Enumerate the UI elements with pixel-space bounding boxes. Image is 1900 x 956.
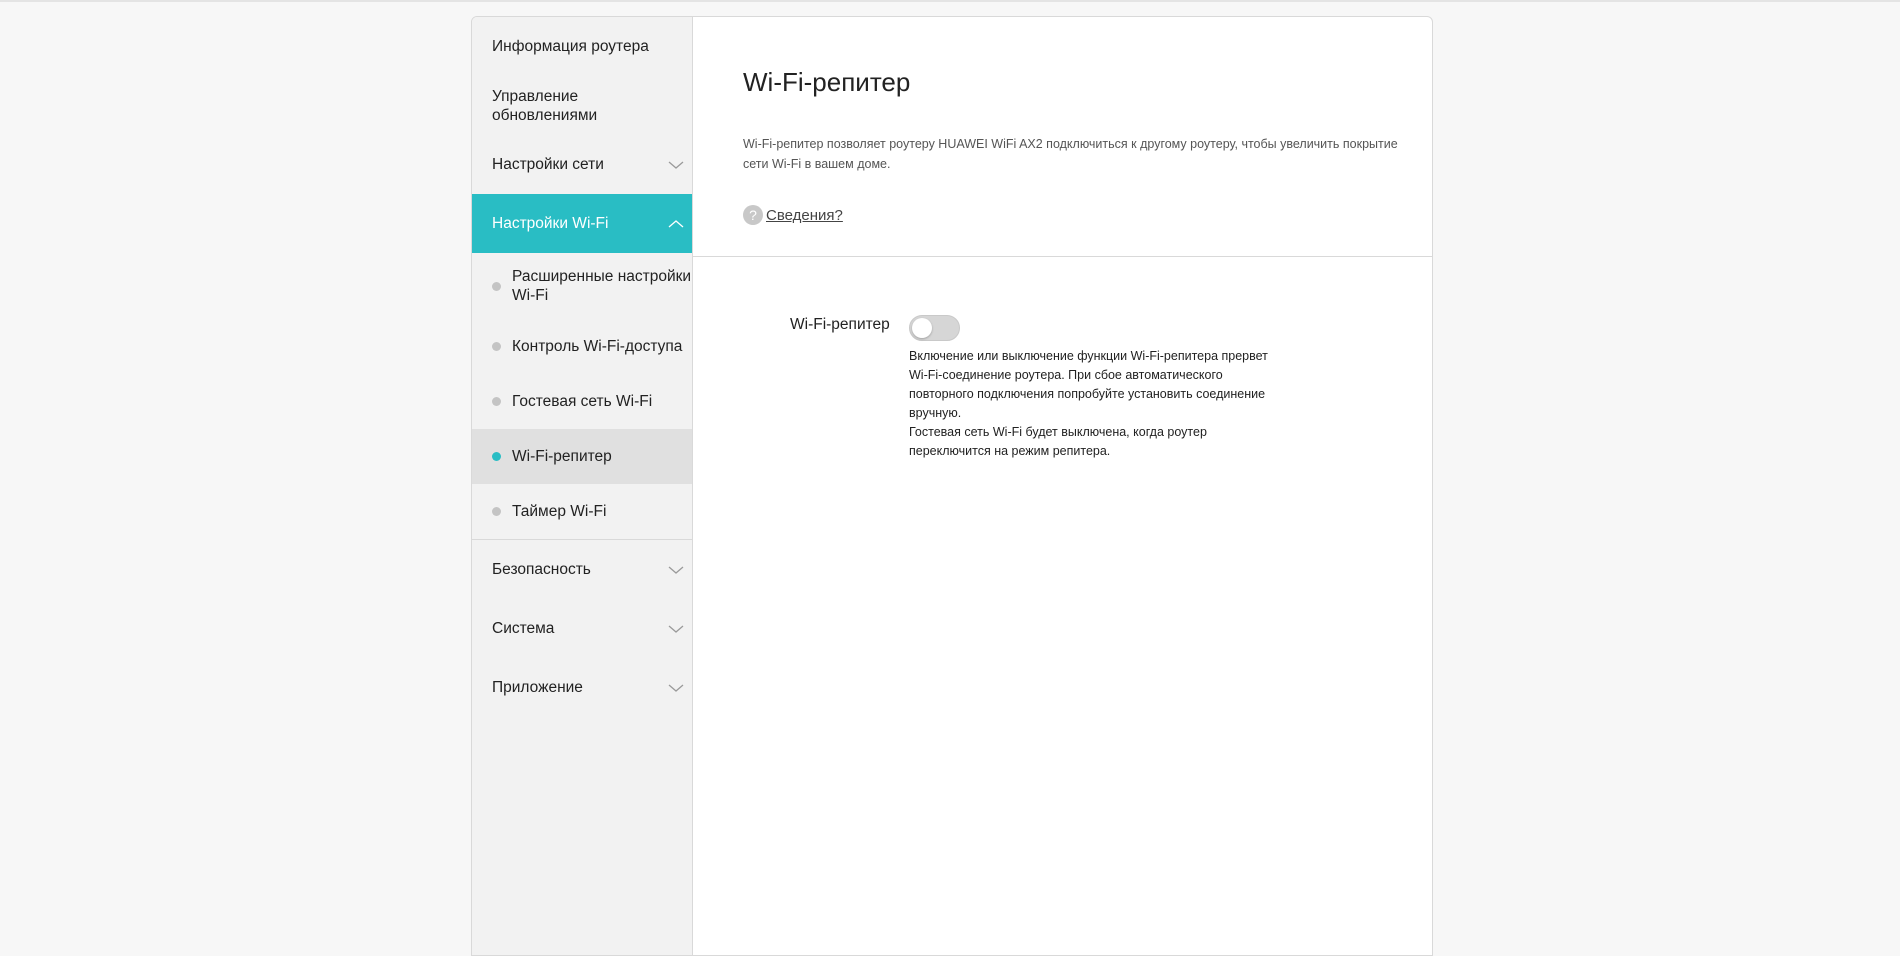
- sidebar-item-label: Приложение: [492, 679, 583, 696]
- page-title: Wi-Fi-репитер: [743, 67, 911, 97]
- sidebar-item-security[interactable]: Безопасность: [472, 540, 692, 599]
- sidebar-subitem-label: Расширенные настройки Wi-Fi: [512, 268, 692, 304]
- sidebar-item-label: Настройки Wi-Fi: [492, 215, 609, 232]
- sidebar-subitem-label: Таймер Wi-Fi: [512, 503, 607, 520]
- sidebar: Информация роутера Управление обновления…: [472, 17, 693, 955]
- sidebar-item-label: Информация роутера: [492, 38, 649, 55]
- sidebar-item-network-settings[interactable]: Настройки сети: [472, 135, 692, 194]
- bullet-dot: [492, 452, 501, 461]
- chevron-down-icon: [668, 625, 684, 633]
- sidebar-subitem-label: Контроль Wi-Fi-доступа: [512, 338, 683, 355]
- sidebar-subitem-wifi-timer[interactable]: Таймер Wi-Fi: [472, 484, 692, 539]
- help-link[interactable]: ? Сведения?: [743, 205, 843, 225]
- repeater-toggle[interactable]: [909, 315, 960, 341]
- sidebar-item-label: Настройки сети: [492, 156, 604, 173]
- page-description: Wi-Fi-репитер позволяет роутеру HUAWEI W…: [743, 137, 1398, 171]
- sidebar-item-label: Управление обновлениями: [492, 87, 598, 124]
- sidebar-item-label: Система: [492, 620, 555, 637]
- sidebar-subitem-label: Wi-Fi-репитер: [512, 448, 612, 465]
- repeater-label: Wi-Fi-репитер: [790, 316, 890, 333]
- question-icon: ?: [743, 205, 763, 225]
- help-link-label: Сведения?: [766, 206, 843, 224]
- chevron-down-icon: [668, 161, 684, 169]
- page-header: Wi-Fi-репитер Wi-Fi-репитер позволяет ро…: [693, 17, 1432, 257]
- sidebar-item-router-info[interactable]: Информация роутера: [472, 17, 692, 76]
- chevron-down-icon: [668, 566, 684, 574]
- chevron-down-icon: [668, 684, 684, 692]
- settings-panel: Информация роутера Управление обновления…: [471, 16, 1433, 956]
- bullet-dot: [492, 397, 501, 406]
- sidebar-subitem-wifi-repeater[interactable]: Wi-Fi-репитер: [472, 429, 692, 484]
- sidebar-item-wifi-settings[interactable]: Настройки Wi-Fi: [472, 194, 692, 253]
- top-border: [0, 0, 1900, 2]
- repeater-note-line-1: Включение или выключение функции Wi-Fi-р…: [909, 349, 1268, 420]
- sidebar-subitem-advanced-wifi[interactable]: Расширенные настройки Wi-Fi: [472, 253, 692, 319]
- bullet-dot: [492, 281, 501, 291]
- sidebar-item-label: Безопасность: [492, 561, 591, 578]
- sidebar-subitem-label: Гостевая сеть Wi-Fi: [512, 393, 653, 410]
- bullet-dot: [492, 507, 501, 516]
- chevron-up-icon: [668, 219, 684, 227]
- sidebar-item-update-management[interactable]: Управление обновлениями: [472, 76, 692, 135]
- repeater-note: Включение или выключение функции Wi-Fi-р…: [909, 347, 1269, 461]
- toggle-knob: [912, 318, 932, 338]
- sidebar-item-apps[interactable]: Приложение: [472, 658, 692, 717]
- bullet-dot: [492, 342, 501, 351]
- sidebar-item-system[interactable]: Система: [472, 599, 692, 658]
- sidebar-subitem-guest-wifi[interactable]: Гостевая сеть Wi-Fi: [472, 374, 692, 429]
- main-content: Wi-Fi-репитер Wi-Fi-репитер позволяет ро…: [693, 17, 1432, 955]
- sidebar-subitem-wifi-access-control[interactable]: Контроль Wi-Fi-доступа: [472, 319, 692, 374]
- repeater-note-line-2: Гостевая сеть Wi-Fi будет выключена, ког…: [909, 425, 1207, 458]
